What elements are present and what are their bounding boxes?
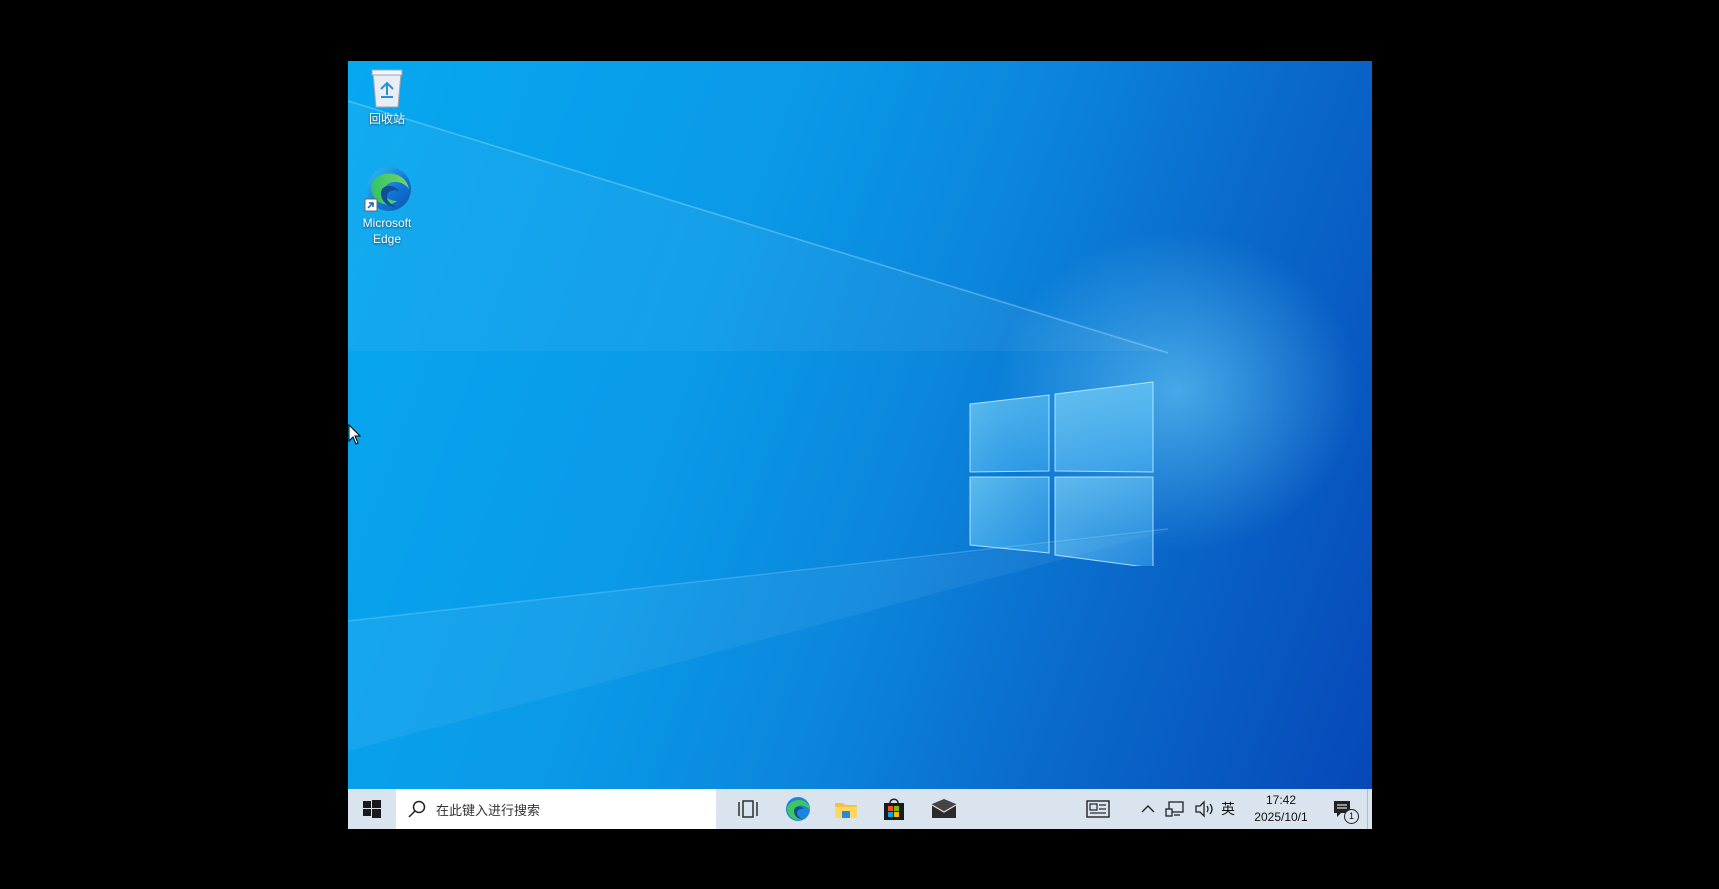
task-view-icon — [738, 800, 758, 818]
taskbar-mail-button[interactable] — [920, 789, 968, 829]
action-center-button[interactable]: 1 — [1320, 789, 1364, 829]
task-view-button[interactable] — [724, 789, 772, 829]
windows-logo-icon — [363, 800, 381, 818]
clock-date: 2025/10/1 — [1254, 810, 1308, 824]
network-button[interactable] — [1162, 789, 1188, 829]
mouse-cursor-icon — [348, 424, 362, 445]
taskbar-store-button[interactable] — [870, 789, 918, 829]
search-placeholder: 在此键入进行搜索 — [436, 802, 541, 818]
news-icon — [1086, 800, 1110, 818]
input-method-indicator[interactable]: 英 — [1216, 789, 1240, 829]
taskbar-clock[interactable]: 17:42 2025/10/1 — [1246, 789, 1316, 829]
volume-button[interactable] — [1190, 789, 1218, 829]
desktop-wallpaper[interactable]: 回收站 Microsoft Edge — [348, 61, 1372, 789]
edge-label: Microsoft Edge — [362, 216, 412, 246]
desktop-screen: 回收站 Microsoft Edge 在此键入进行搜索 英 17:42 2025… — [348, 61, 1372, 829]
taskbar-search-box[interactable]: 在此键入进行搜索 — [396, 789, 716, 829]
chevron-up-icon — [1141, 805, 1155, 813]
edge-icon — [364, 167, 411, 212]
desktop-icon-microsoft-edge[interactable]: Microsoft Edge — [348, 165, 426, 247]
wallpaper-windows-logo — [969, 381, 1154, 566]
show-hidden-icons-button[interactable] — [1136, 789, 1160, 829]
mail-icon — [931, 799, 957, 818]
volume-icon — [1195, 800, 1213, 818]
news-and-interests-button[interactable] — [1076, 789, 1120, 829]
edge-icon — [786, 797, 810, 821]
taskbar: 在此键入进行搜索 英 17:42 2025/10/1 1 — [348, 789, 1372, 829]
recycle-bin-icon — [371, 69, 403, 108]
network-icon — [1165, 801, 1184, 817]
recycle-bin-label: 回收站 — [368, 112, 405, 126]
wallpaper-light-beams — [348, 100, 1169, 751]
store-icon — [884, 798, 904, 820]
taskbar-file-explorer-button[interactable] — [822, 789, 870, 829]
start-button[interactable] — [348, 789, 396, 829]
show-desktop-button[interactable] — [1367, 789, 1372, 829]
clock-time: 17:42 — [1265, 793, 1297, 807]
file-explorer-icon — [835, 803, 857, 818]
search-icon — [408, 800, 426, 818]
taskbar-edge-button[interactable] — [774, 789, 822, 829]
notification-count-badge: 1 — [1344, 809, 1359, 824]
desktop-icon-recycle-bin[interactable]: 回收站 — [348, 67, 426, 127]
